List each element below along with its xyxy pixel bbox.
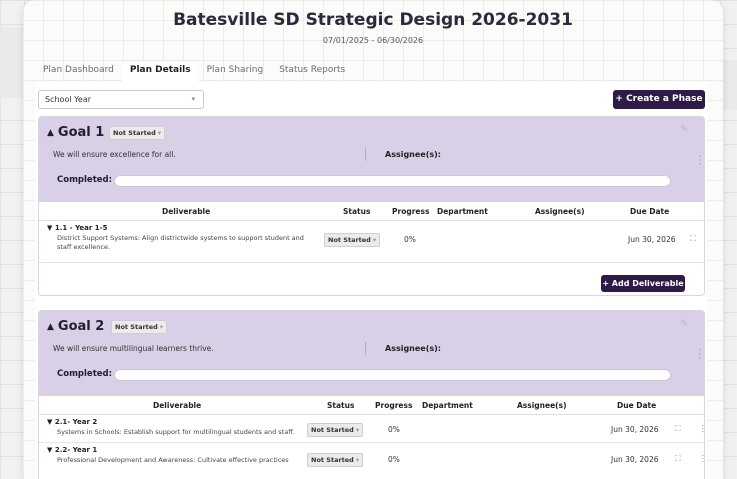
goal-status-text: Not Started [115,323,158,331]
header-assignees: Assignee(s) [517,401,567,410]
deliverable-status-text: Not Started [311,426,354,434]
triangle-up-icon[interactable]: ▲ [47,128,54,138]
expand-icon[interactable]: ⛶ [690,234,696,244]
goal-card-1: ▲ Goal 1 Not Started ▾ ✎ We will ensure ex… [38,116,705,296]
table-row[interactable]: ▼ 2.1- Year 2 Systems in Schools: Establ… [39,415,704,443]
divider [365,342,366,355]
deliverable-table-header: Deliverable Status Progress Department A… [39,202,704,221]
deliverable-desc-line: Systems in Schools: Establish support fo… [57,428,295,436]
chevron-down-icon: ▾ [159,323,164,331]
deliverable-title[interactable]: ▼ 2.2- Year 1 [47,446,97,454]
goal-header: ▲ Goal 1 Not Started ▾ ✎ We will ensure ex… [39,117,704,202]
chevron-down-icon: ▾ [191,95,195,103]
goal-title[interactable]: ▲ Goal 2 [47,319,104,334]
expand-icon[interactable]: ⛶ [675,454,681,464]
tab-bar: Plan Dashboard Plan Details Plan Sharing… [35,62,353,82]
deliverable-status-text: Not Started [328,236,371,244]
date-range: 07/01/2025 - 06/30/2026 [322,36,424,45]
school-year-select[interactable]: School Year ▾ [38,90,204,109]
create-phase-button[interactable]: + Create a Phase [613,90,705,109]
header-deliverable: Deliverable [153,401,202,410]
header-department: Department [422,401,473,410]
plan-details-panel: School Year ▾ + Create a Phase ▲ Goal 1 N… [35,82,707,479]
deliverable-progress: 0% [388,455,400,464]
triangle-down-icon[interactable]: ▼ [47,418,52,426]
deliverable-due-date: Jun 30, 2026 [628,235,676,244]
goal-title[interactable]: ▲ Goal 1 [47,125,104,140]
header-status: Status [327,401,355,410]
deliverable-desc-line: Professional Development and Awareness: … [57,456,289,464]
add-deliverable-button[interactable]: + Add Deliverable [601,275,685,292]
goal-card-2: ▲ Goal 2 Not Started ▾ ✎ We will ensure mu… [38,310,705,479]
deliverable-desc-line: staff excellence. [57,243,111,251]
table-row[interactable]: ▼ 2.2- Year 1 Professional Development a… [39,443,704,473]
kebab-icon[interactable]: · · · [698,347,701,363]
deliverable-description: District Support Systems: Align district… [57,234,304,252]
pencil-icon[interactable]: ✎ [680,319,688,329]
goal-header: ▲ Goal 2 Not Started ▾ ✎ We will ensure mu… [39,311,704,396]
deliverable-table-header: Deliverable Status Progress Department A… [39,396,704,415]
deliverable-title-text: 1.1 - Year 1-5 [54,224,108,232]
plan-window: Batesville SD Strategic Design 2026-2031… [23,0,723,479]
goal-title-text: Goal 2 [57,319,105,334]
header-progress: Progress [375,401,413,410]
deliverable-progress: 0% [404,235,416,244]
table-row[interactable]: ▼ 1.1 - Year 1-5 District Support System… [39,221,704,263]
goal-assignee-label: Assignee(s): [385,150,442,159]
header-due-date: Due Date [630,207,670,216]
chevron-down-icon: ▾ [157,129,162,137]
tab-plan-sharing[interactable]: Plan Sharing [199,62,272,82]
completed-label: Completed: [57,175,113,185]
kebab-icon[interactable]: · · · [702,453,704,466]
deliverable-title[interactable]: ▼ 2.1- Year 2 [47,418,97,426]
header-status: Status [343,207,371,216]
header-deliverable: Deliverable [162,207,211,216]
deliverable-status-badge[interactable]: Not Started ▾ [307,453,364,467]
page-title: Batesville SD Strategic Design 2026-2031 [173,10,573,30]
goal-assignee-label: Assignee(s): [385,344,442,353]
tab-plan-dashboard[interactable]: Plan Dashboard [35,62,122,82]
goal-description: We will ensure excellence for all. [53,150,176,159]
goal-progress-bar [114,369,671,381]
header-assignees: Assignee(s) [535,207,585,216]
deliverable-title-text: 2.2- Year 1 [54,446,98,454]
tab-plan-details[interactable]: Plan Details [121,62,199,82]
school-year-select-value: School Year [45,95,92,104]
background-panel-right [723,60,737,110]
goal-title-text: Goal 1 [57,125,105,140]
header-progress: Progress [392,207,430,216]
deliverable-status-badge[interactable]: Not Started ▾ [324,233,381,247]
pencil-icon[interactable]: ✎ [680,125,688,135]
completed-label: Completed: [57,369,113,379]
deliverable-progress: 0% [388,425,400,434]
goal-status-badge[interactable]: Not Started ▾ [111,320,168,334]
deliverable-status-text: Not Started [311,456,354,464]
divider [365,148,366,161]
expand-icon[interactable]: ⛶ [675,424,681,434]
goal-progress-bar [114,175,671,187]
triangle-up-icon[interactable]: ▲ [47,322,54,332]
triangle-down-icon[interactable]: ▼ [47,446,52,454]
header-department: Department [437,207,488,216]
deliverable-title[interactable]: ▼ 1.1 - Year 1-5 [47,224,107,232]
header-due-date: Due Date [617,401,657,410]
kebab-icon[interactable]: · · · [702,423,704,436]
chevron-down-icon: ▾ [372,236,377,244]
deliverable-description: Systems in Schools: Establish support fo… [57,428,295,437]
deliverable-description: Professional Development and Awareness: … [57,456,289,465]
tab-status-reports[interactable]: Status Reports [271,62,353,82]
kebab-icon[interactable]: · · · [698,153,701,169]
deliverable-due-date: Jun 30, 2026 [611,425,659,434]
goal-description: We will ensure multilingual learners thr… [53,344,214,353]
deliverable-due-date: Jun 30, 2026 [611,455,659,464]
chevron-down-icon: ▾ [355,456,360,464]
triangle-down-icon[interactable]: ▼ [47,224,52,232]
goal-status-text: Not Started [113,129,156,137]
deliverable-title-text: 2.1- Year 2 [54,418,98,426]
goal-status-badge[interactable]: Not Started ▾ [109,126,166,140]
background-panel-left [0,28,23,98]
chevron-down-icon: ▾ [355,426,360,434]
deliverable-status-badge[interactable]: Not Started ▾ [307,423,364,437]
deliverable-desc-line: District Support Systems: Align district… [57,234,304,242]
